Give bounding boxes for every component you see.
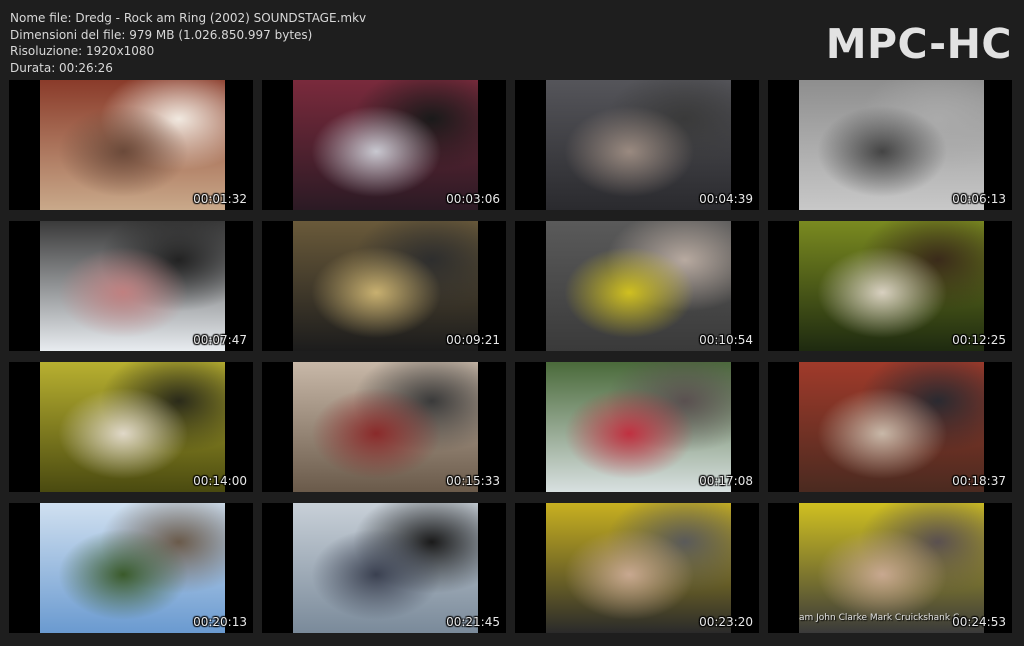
thumbnail-guitarist-green-light[interactable]: 00:12:25 [768, 221, 1012, 351]
thumbnail-stage-crowd[interactable]: 00:04:39 [515, 80, 759, 210]
thumbnail-timestamp: 00:17:08 [699, 474, 753, 488]
thumbnail-drummer-sky[interactable]: 00:07:47 [9, 221, 253, 351]
thumbnail-frame-image [40, 80, 225, 210]
thumbnail-timestamp: 00:15:33 [446, 474, 500, 488]
thumbnail-frame-image [293, 221, 478, 351]
thumbnail-guitarist-closeup[interactable]: 00:01:32 [9, 80, 253, 210]
thumbnail-timestamp: 00:24:53 [952, 615, 1006, 629]
thumbnail-timestamp: 00:21:45 [446, 615, 500, 629]
thumbnail-timestamp: 00:03:06 [446, 192, 500, 206]
thumbnail-timestamp: 00:10:54 [699, 333, 753, 347]
thumbnail-frame-image: am John Clarke Mark Cruickshank C [799, 503, 984, 633]
thumbnail-singer-yellow-shirt[interactable]: 00:23:20 [515, 503, 759, 633]
thumbnail-singer-drums[interactable]: 00:03:06 [262, 80, 506, 210]
thumbnail-timestamp: 00:12:25 [952, 333, 1006, 347]
thumbnail-timestamp: 00:20:13 [193, 615, 247, 629]
thumbnail-bass-hands[interactable]: 00:18:37 [768, 362, 1012, 492]
thumbnail-frame-image [293, 362, 478, 492]
mpc-hc-logo: MPC-HC [825, 20, 1012, 68]
thumbnail-timestamp: 00:04:39 [699, 192, 753, 206]
thumbnail-timestamp: 00:23:20 [699, 615, 753, 629]
thumbnail-frame-image [293, 80, 478, 210]
thumbnail-frame-image [799, 362, 984, 492]
file-name: Nome file: Dredg - Rock am Ring (2002) S… [10, 11, 367, 25]
thumbnail-timestamp: 00:07:47 [193, 333, 247, 347]
thumbnail-frame-image [799, 221, 984, 351]
thumbnail-timestamp: 00:09:21 [446, 333, 500, 347]
file-duration: Durata: 00:26:26 [10, 60, 113, 75]
thumbnail-guitarist-yellow-glow[interactable]: 00:14:00 [9, 362, 253, 492]
thumbnail-stage-wide-day[interactable]: 00:06:13 [768, 80, 1012, 210]
thumbnail-frame-image [40, 362, 225, 492]
thumbnail-stage-field[interactable]: 00:17:08 [515, 362, 759, 492]
thumbnail-sky-crowd[interactable]: 00:20:13 [9, 503, 253, 633]
thumbnail-frame-image [40, 221, 225, 351]
thumbnail-singer-credits[interactable]: am John Clarke Mark Cruickshank C 00:24:5… [768, 503, 1012, 633]
thumbnail-crowd-closeup[interactable]: 00:15:33 [262, 362, 506, 492]
thumbnail-timestamp: 00:06:13 [952, 192, 1006, 206]
thumbnail-singer-yellow-bar[interactable]: 00:10:54 [515, 221, 759, 351]
thumbnail-timestamp: 00:18:37 [952, 474, 1006, 488]
thumbnail-scaffold-mic[interactable]: 00:21:45 [262, 503, 506, 633]
thumbnail-frame-image [293, 503, 478, 633]
thumbnail-frame-image [546, 80, 731, 210]
thumbnail-frame-image [546, 503, 731, 633]
thumbnail-timestamp: 00:14:00 [193, 474, 247, 488]
thumbnail-frame-image [799, 80, 984, 210]
thumbnail-frame-image [546, 221, 731, 351]
thumbnail-frame-image [40, 503, 225, 633]
file-size: Dimensioni del file: 979 MB (1.026.850.9… [10, 27, 313, 42]
file-info: Nome file: Dredg - Rock am Ring (2002) S… [10, 10, 366, 76]
thumbnail-timestamp: 00:01:32 [193, 192, 247, 206]
file-resolution: Risoluzione: 1920x1080 [10, 44, 155, 58]
thumbnail-frame-image [546, 362, 731, 492]
thumbnail-band-stage-dark[interactable]: 00:09:21 [262, 221, 506, 351]
